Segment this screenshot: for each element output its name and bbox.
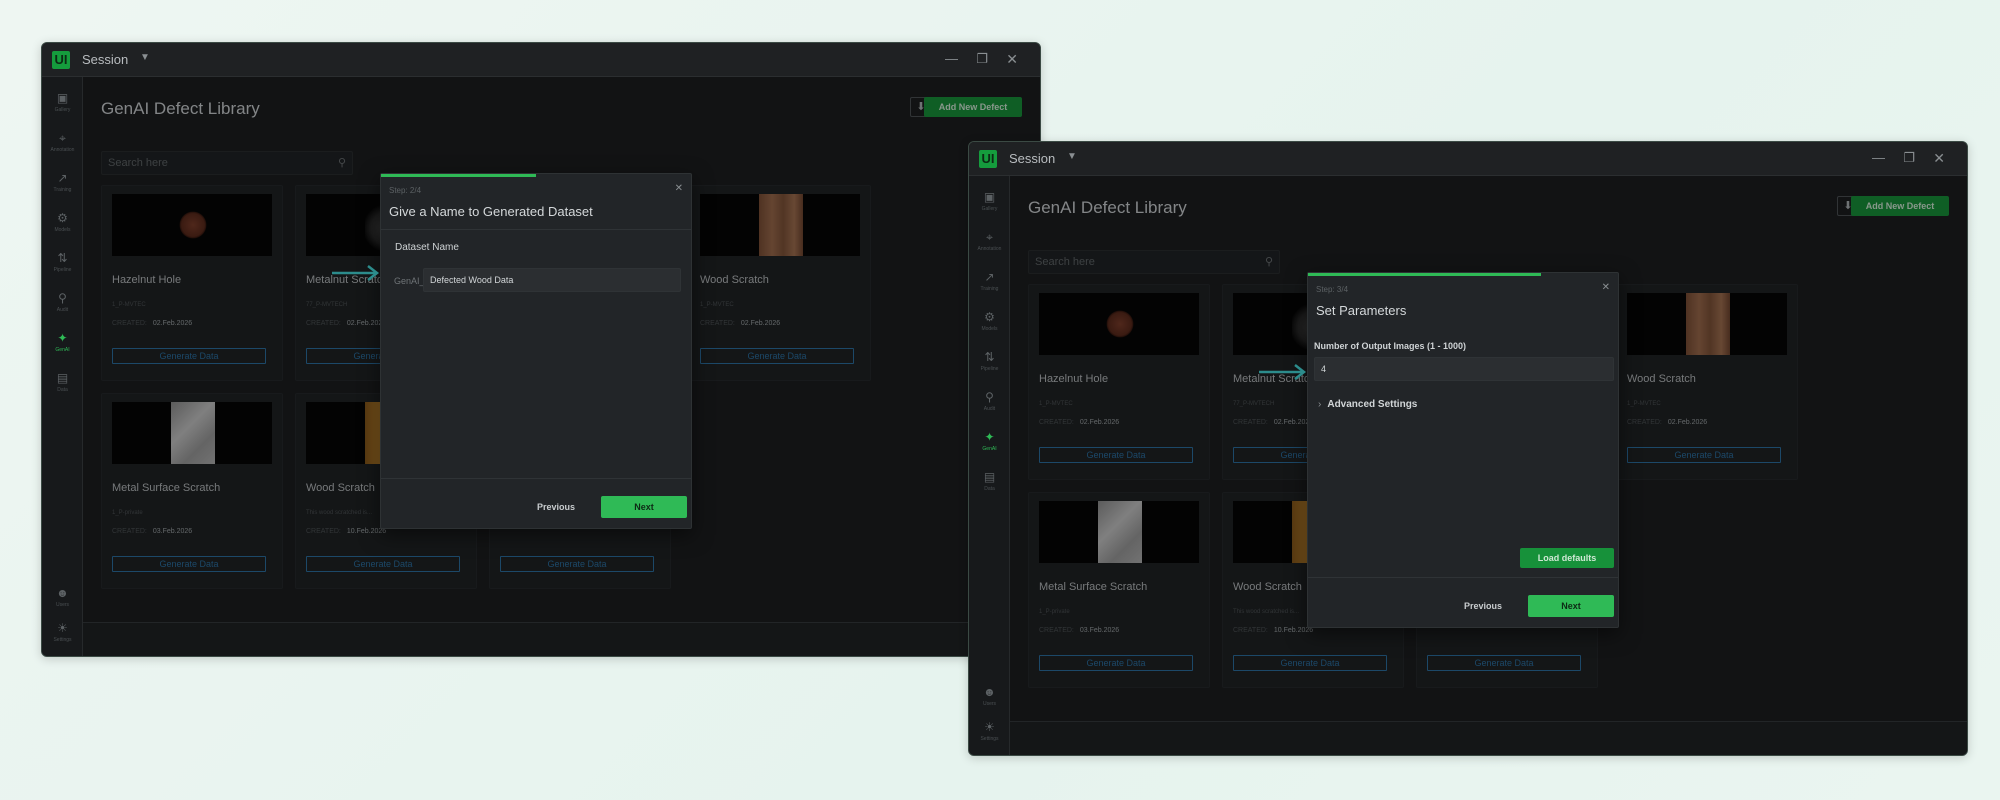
previous-button[interactable]: Previous	[1464, 601, 1502, 611]
sidebar-item-users[interactable]: ☻ Users	[969, 681, 1010, 715]
app-window-step3: UI Session ▼ — ❐ ✕ ▣ Gallery ⌖ Annotation …	[968, 141, 1968, 756]
sidebar-item-data[interactable]: ▤ Data	[42, 367, 83, 401]
gear-icon: ⚙	[984, 310, 995, 324]
sidebar-item-users[interactable]: ☻ Users	[42, 582, 83, 616]
close-icon[interactable]: ✕	[1933, 151, 1945, 165]
sidebar-item-training[interactable]: ↗ Training	[42, 167, 83, 201]
crop-icon: ⌖	[986, 230, 993, 244]
step-progress-bar	[381, 174, 536, 177]
chevron-right-icon: ›	[1318, 399, 1322, 410]
status-bar	[83, 622, 1040, 656]
output-images-label: Number of Output Images (1 - 1000)	[1314, 341, 1467, 351]
dataset-name-prefix: GenAI_	[394, 276, 425, 286]
sidebar-item-gallery[interactable]: ▣ Gallery	[42, 87, 83, 121]
search-zoom-icon: ⚲	[58, 291, 67, 305]
app-logo: UI	[979, 150, 997, 168]
chart-line-icon: ↗	[57, 171, 68, 185]
image-icon: ▣	[983, 190, 996, 204]
sidebar-item-annotation[interactable]: ⌖ Annotation	[42, 127, 83, 161]
session-selector[interactable]: Session	[1009, 151, 1055, 166]
session-selector[interactable]: Session	[82, 52, 128, 67]
dialog-title: Give a Name to Generated Dataset	[389, 204, 593, 219]
sidebar-item-settings[interactable]: ☀ Settings	[969, 716, 1010, 750]
set-parameters-dialog: Step: 3/4 ✕ Set Parameters Number of Out…	[1307, 272, 1619, 628]
step-progress-bar	[1308, 273, 1541, 276]
dataset-name-input[interactable]: Defected Wood Data	[423, 268, 681, 292]
load-defaults-button[interactable]: Load defaults	[1520, 548, 1614, 568]
gear-icon: ⚙	[57, 211, 68, 225]
sidebar-item-pipeline[interactable]: ⇅ Pipeline	[969, 346, 1010, 380]
pointer-arrow	[332, 265, 380, 281]
advanced-settings-toggle[interactable]: › Advanced Settings	[1318, 399, 1417, 410]
sidebar-item-audit[interactable]: ⚲ Audit	[42, 287, 83, 321]
dialog-title: Set Parameters	[1316, 303, 1407, 318]
sidebar-item-settings[interactable]: ☀ Settings	[42, 617, 83, 651]
app-window-step2: UI Session ▼ — ❐ ✕ ▣ Gallery ⌖ Annotation …	[41, 42, 1041, 657]
chevron-down-icon[interactable]: ▼	[1067, 151, 1077, 162]
minimize-icon[interactable]: —	[945, 52, 958, 66]
dataset-name-label: Dataset Name	[395, 242, 459, 253]
output-images-input[interactable]: 4	[1314, 357, 1614, 381]
restore-icon[interactable]: ❐	[976, 52, 988, 66]
next-button[interactable]: Next	[1528, 595, 1614, 617]
magic-wand-icon: ✦	[57, 331, 68, 345]
sidebar-item-data[interactable]: ▤ Data	[969, 466, 1010, 500]
title-bar: UI Session ▼ — ❐ ✕	[969, 142, 1967, 176]
sidebar-item-audit[interactable]: ⚲ Audit	[969, 386, 1010, 420]
pipeline-icon: ⇅	[57, 251, 68, 265]
title-bar: UI Session ▼ — ❐ ✕	[42, 43, 1040, 77]
restore-icon[interactable]: ❐	[1903, 151, 1915, 165]
status-bar	[1010, 721, 1967, 755]
pipeline-icon: ⇅	[984, 350, 995, 364]
minimize-icon[interactable]: —	[1872, 151, 1885, 165]
app-logo: UI	[52, 51, 70, 69]
clipboard-icon: ▤	[983, 470, 996, 484]
chevron-down-icon[interactable]: ▼	[140, 52, 150, 63]
sidebar-item-models[interactable]: ⚙ Models	[42, 207, 83, 241]
user-icon: ☻	[983, 685, 996, 699]
pointer-arrow	[1259, 364, 1307, 380]
close-icon[interactable]: ✕	[1006, 52, 1018, 66]
image-icon: ▣	[56, 91, 69, 105]
sidebar-item-gallery[interactable]: ▣ Gallery	[969, 186, 1010, 220]
divider	[381, 478, 691, 479]
sidebar-item-pipeline[interactable]: ⇅ Pipeline	[42, 247, 83, 281]
clipboard-icon: ▤	[56, 371, 69, 385]
step-indicator: Step: 3/4	[1316, 285, 1349, 294]
sidebar-item-models[interactable]: ⚙ Models	[969, 306, 1010, 340]
divider	[1308, 577, 1618, 578]
close-icon[interactable]: ✕	[1602, 282, 1610, 293]
sun-icon: ☀	[57, 621, 68, 635]
close-icon[interactable]: ✕	[675, 183, 683, 194]
sidebar-item-genai[interactable]: ✦ GenAI	[42, 327, 83, 361]
search-zoom-icon: ⚲	[985, 390, 994, 404]
sun-icon: ☀	[984, 720, 995, 734]
previous-button[interactable]: Previous	[537, 502, 575, 512]
sidebar: ▣ Gallery ⌖ Annotation ↗ Training ⚙ Models ⇅…	[969, 176, 1010, 755]
crop-icon: ⌖	[59, 131, 66, 145]
divider	[381, 229, 691, 230]
user-icon: ☻	[56, 586, 69, 600]
dataset-name-dialog: Step: 2/4 ✕ Give a Name to Generated Dat…	[380, 173, 692, 529]
sidebar-item-genai[interactable]: ✦ GenAI	[969, 426, 1010, 460]
step-indicator: Step: 2/4	[389, 186, 422, 195]
sidebar-item-annotation[interactable]: ⌖ Annotation	[969, 226, 1010, 260]
chart-line-icon: ↗	[984, 270, 995, 284]
magic-wand-icon: ✦	[984, 430, 995, 444]
sidebar-item-training[interactable]: ↗ Training	[969, 266, 1010, 300]
sidebar: ▣ Gallery ⌖ Annotation ↗ Training ⚙ Models ⇅…	[42, 77, 83, 656]
next-button[interactable]: Next	[601, 496, 687, 518]
